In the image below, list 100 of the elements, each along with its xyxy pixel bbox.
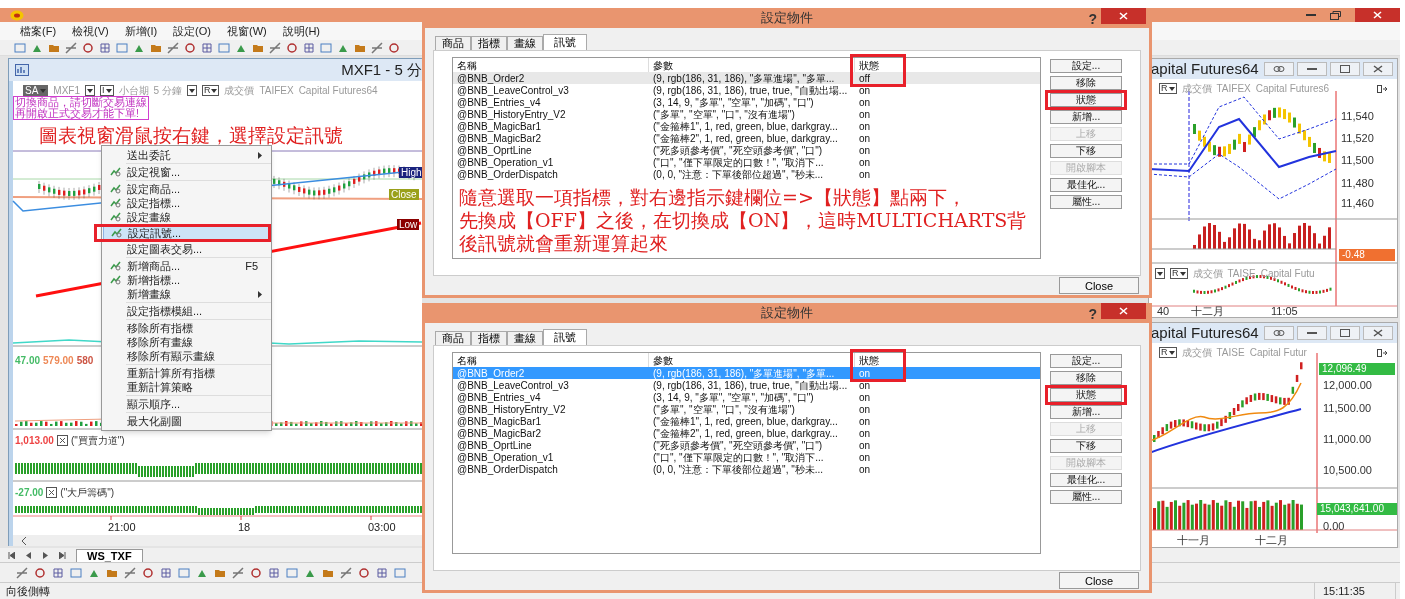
toolbar-icon[interactable]	[201, 41, 213, 54]
menu-item[interactable]: 新增指標...	[103, 273, 270, 287]
menu-item[interactable]: 設定指標模組...	[103, 304, 270, 318]
minimize-button[interactable]	[1297, 326, 1327, 340]
toolbar-icon[interactable]	[286, 41, 298, 54]
list-row[interactable]: @BNB_HistoryEntry_V2 ("多單", "空單", "口", "沒有進場") on	[453, 108, 1040, 120]
column-header[interactable]: 參數	[649, 353, 839, 367]
symbol-dropdown[interactable]: SA	[23, 85, 49, 96]
tab[interactable]: 訊號	[543, 329, 587, 345]
menu-item[interactable]: 視窗(W)	[227, 22, 267, 40]
toolbar-icon[interactable]	[320, 41, 332, 54]
drawing-tool-icon[interactable]	[178, 566, 190, 579]
sheet-tab[interactable]: WS_TXF	[76, 549, 143, 562]
close-icon[interactable]	[46, 487, 58, 498]
toolbar-icon[interactable]	[269, 41, 281, 54]
panel-icon[interactable]	[1377, 349, 1387, 357]
close-icon[interactable]	[56, 435, 68, 446]
dropdown-button[interactable]: I	[100, 85, 114, 96]
menu-item[interactable]: 設定(O)	[173, 22, 211, 40]
dialog-button[interactable]: 最佳化...	[1050, 178, 1122, 192]
dialog-button[interactable]: 新增...	[1050, 405, 1122, 419]
tab[interactable]: 指標	[471, 331, 507, 345]
scroll-bar[interactable]	[13, 535, 422, 546]
dialog-button[interactable]: 新增...	[1050, 110, 1122, 124]
list-row[interactable]: @BNB_MagicBar1 ("金箍棒1", 1, red, green, blue, darkgray... on	[453, 120, 1040, 132]
tab[interactable]: 畫線	[507, 331, 543, 345]
list-row[interactable]: @BNB_LeaveControl_v3 (9, rgb(186, 31, 186), true, true, "自動出場... on	[453, 379, 1040, 391]
drawing-tool-icon[interactable]	[232, 566, 244, 579]
list-row[interactable]: @BNB_OprtLine ("死多頭參考價", "死空頭參考價", "口") on	[453, 144, 1040, 156]
column-header[interactable]: 狀態	[855, 58, 899, 72]
close-button[interactable]	[1363, 326, 1393, 340]
dialog-button[interactable]: 設定...	[1050, 59, 1122, 73]
close-button[interactable]	[1355, 8, 1400, 22]
drawing-tool-icon[interactable]	[358, 566, 370, 579]
close-button[interactable]	[1101, 8, 1146, 24]
menu-item[interactable]: 設定畫線	[103, 210, 270, 224]
menu-item[interactable]: 設定商品...	[103, 182, 270, 196]
scroll-left-icon[interactable]	[21, 537, 27, 545]
toolbar-icon[interactable]	[388, 41, 400, 54]
menu-item[interactable]: 顯示順序...	[103, 397, 270, 411]
drawing-tool-icon[interactable]	[340, 566, 352, 579]
minimize-button[interactable]	[1297, 62, 1327, 76]
dropdown-button[interactable]: R	[1159, 83, 1177, 94]
column-header[interactable]: 參數	[649, 58, 839, 72]
tab[interactable]: 商品	[435, 36, 471, 50]
close-button[interactable]	[1363, 62, 1393, 76]
menu-item[interactable]: 設定指標...	[103, 196, 270, 210]
next-sheet-icon[interactable]	[59, 552, 66, 559]
maximize-button[interactable]	[1330, 62, 1360, 76]
dropdown-button[interactable]: R	[1159, 347, 1177, 358]
drawing-tool-icon[interactable]	[70, 566, 82, 579]
list-row[interactable]: @BNB_MagicBar1 ("金箍棒1", 1, red, green, blue, darkgray... on	[453, 415, 1040, 427]
previous-sheet-icon[interactable]	[25, 552, 32, 559]
toolbar-icon[interactable]	[82, 41, 94, 54]
toolbar-icon[interactable]	[116, 41, 128, 54]
list-row[interactable]: @BNB_Order2 (9, rgb(186, 31, 186), "多單進場", "多單... off	[453, 72, 1040, 84]
menu-item[interactable]: 新增畫線	[103, 287, 270, 301]
drawing-tool-icon[interactable]	[142, 566, 154, 579]
list-row[interactable]: @BNB_HistoryEntry_V2 ("多單", "空單", "口", "沒有進場") on	[453, 403, 1040, 415]
help-button[interactable]: ?	[1088, 9, 1097, 30]
link-button[interactable]	[1264, 62, 1294, 76]
menu-item[interactable]: 說明(H)	[282, 22, 320, 40]
dropdown-button[interactable]: R	[1170, 268, 1188, 279]
dropdown-button[interactable]	[1155, 268, 1165, 279]
toolbar-icon[interactable]	[184, 41, 196, 54]
drawing-tool-icon[interactable]	[34, 566, 46, 579]
drawing-tool-icon[interactable]	[160, 566, 172, 579]
list-row[interactable]: @BNB_OprtLine ("死多頭參考價", "死空頭參考價", "口") on	[453, 439, 1040, 451]
menu-item[interactable]: 移除所有顯示畫線	[103, 349, 270, 363]
list-row[interactable]: @BNB_Operation_v1 ("口", "僅下單限定的口數！", "取消下... on	[453, 156, 1040, 168]
dialog-button[interactable]: 移除	[1050, 371, 1122, 385]
list-row[interactable]: @BNB_LeaveControl_v3 (9, rgb(186, 31, 186), true, true, "自動出場... on	[453, 84, 1040, 96]
dialog-button[interactable]: 移除	[1050, 76, 1122, 90]
panel-icon[interactable]	[1377, 85, 1387, 93]
drawing-tool-icon[interactable]	[394, 566, 406, 579]
list-row[interactable]: @BNB_Operation_v1 ("口", "僅下單限定的口數！", "取消下... on	[453, 451, 1040, 463]
menu-item[interactable]: 新增(I)	[124, 22, 158, 40]
dropdown-button[interactable]	[186, 85, 197, 96]
drawing-tool-icon[interactable]	[286, 566, 298, 579]
menu-item[interactable]: 移除所有畫線	[103, 335, 270, 349]
tab[interactable]: 畫線	[507, 36, 543, 50]
menu-item[interactable]: 送出委託	[103, 148, 270, 162]
column-header[interactable]: 狀態	[855, 353, 899, 367]
toolbar-icon[interactable]	[303, 41, 315, 54]
drawing-tool-icon[interactable]	[52, 566, 64, 579]
toolbar-icon[interactable]	[65, 41, 77, 54]
help-button[interactable]: ?	[1088, 304, 1097, 325]
minimize-icon[interactable]	[1306, 13, 1316, 17]
next-sheet-icon[interactable]	[42, 552, 49, 559]
tab[interactable]: 指標	[471, 36, 507, 50]
dialog-button[interactable]: 屬性...	[1050, 195, 1122, 209]
toolbar-icon[interactable]	[99, 41, 111, 54]
tab[interactable]: 商品	[435, 331, 471, 345]
menu-item[interactable]: 重新計算策略	[103, 380, 270, 394]
list-row[interactable]: @BNB_Entries_v4 (3, 14, 9, "多單", "空單", "加碼", "口") on	[453, 391, 1040, 403]
tab[interactable]: 訊號	[543, 34, 587, 50]
menu-item[interactable]: 新增商品... F5	[103, 259, 270, 273]
list-row[interactable]: @BNB_MagicBar2 ("金箍棒2", 1, red, green, blue, darkgray... on	[453, 132, 1040, 144]
toolbar-icon[interactable]	[14, 41, 26, 54]
close-button[interactable]	[1101, 303, 1146, 319]
